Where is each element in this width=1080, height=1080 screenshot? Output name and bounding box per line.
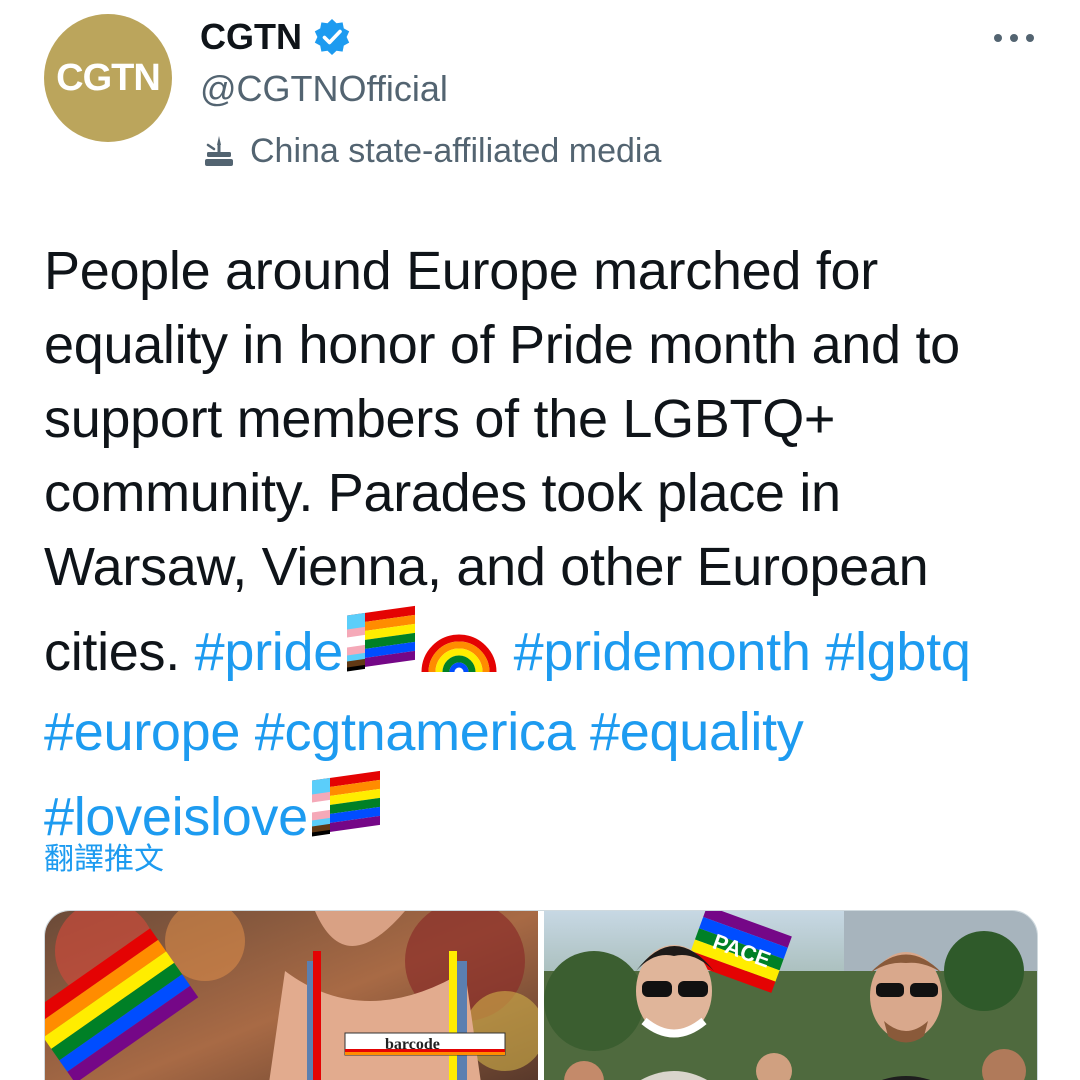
affiliation-label[interactable]: China state-affiliated media (200, 132, 661, 171)
tweet-text-body: People around Europe marched for equalit… (44, 241, 960, 682)
media-grid: barcode PACE (44, 910, 1038, 1080)
verified-badge-icon (312, 17, 352, 57)
progress-pride-flag-emoji (308, 769, 384, 860)
hashtag-europe[interactable]: #europe (44, 702, 240, 762)
hashtag-pridemonth[interactable]: #pridemonth (514, 622, 811, 682)
avatar-logo-text: CGTN (56, 56, 161, 99)
author-display-name[interactable]: CGTN (200, 16, 302, 58)
rainbow-emoji (419, 604, 499, 695)
hashtag-lgbtq[interactable]: #lgbtq (825, 622, 971, 682)
hashtag-cgtnamerica[interactable]: #cgtnamerica (255, 702, 576, 762)
media-image-1-label: barcode (385, 1036, 440, 1053)
state-media-icon (200, 133, 238, 171)
media-image-2[interactable]: PACE (544, 911, 1037, 1080)
tweet-text: People around Europe marched for equalit… (44, 234, 1044, 860)
progress-pride-flag-emoji (343, 604, 419, 695)
hashtag-pride[interactable]: #pride (195, 622, 344, 682)
more-options-icon[interactable] (992, 28, 1036, 48)
tweet[interactable]: CGTN CGTN @CGTNOfficial China state-affi… (0, 0, 1080, 1080)
hashtag-equality[interactable]: #equality (590, 702, 804, 762)
avatar[interactable]: CGTN (44, 14, 172, 142)
author-handle[interactable]: @CGTNOfficial (200, 68, 448, 110)
translate-tweet-link[interactable]: 翻譯推文 (44, 834, 164, 878)
affiliation-text: China state-affiliated media (250, 132, 662, 170)
media-image-1[interactable]: barcode (45, 911, 538, 1080)
author-name-row: CGTN (200, 16, 352, 58)
